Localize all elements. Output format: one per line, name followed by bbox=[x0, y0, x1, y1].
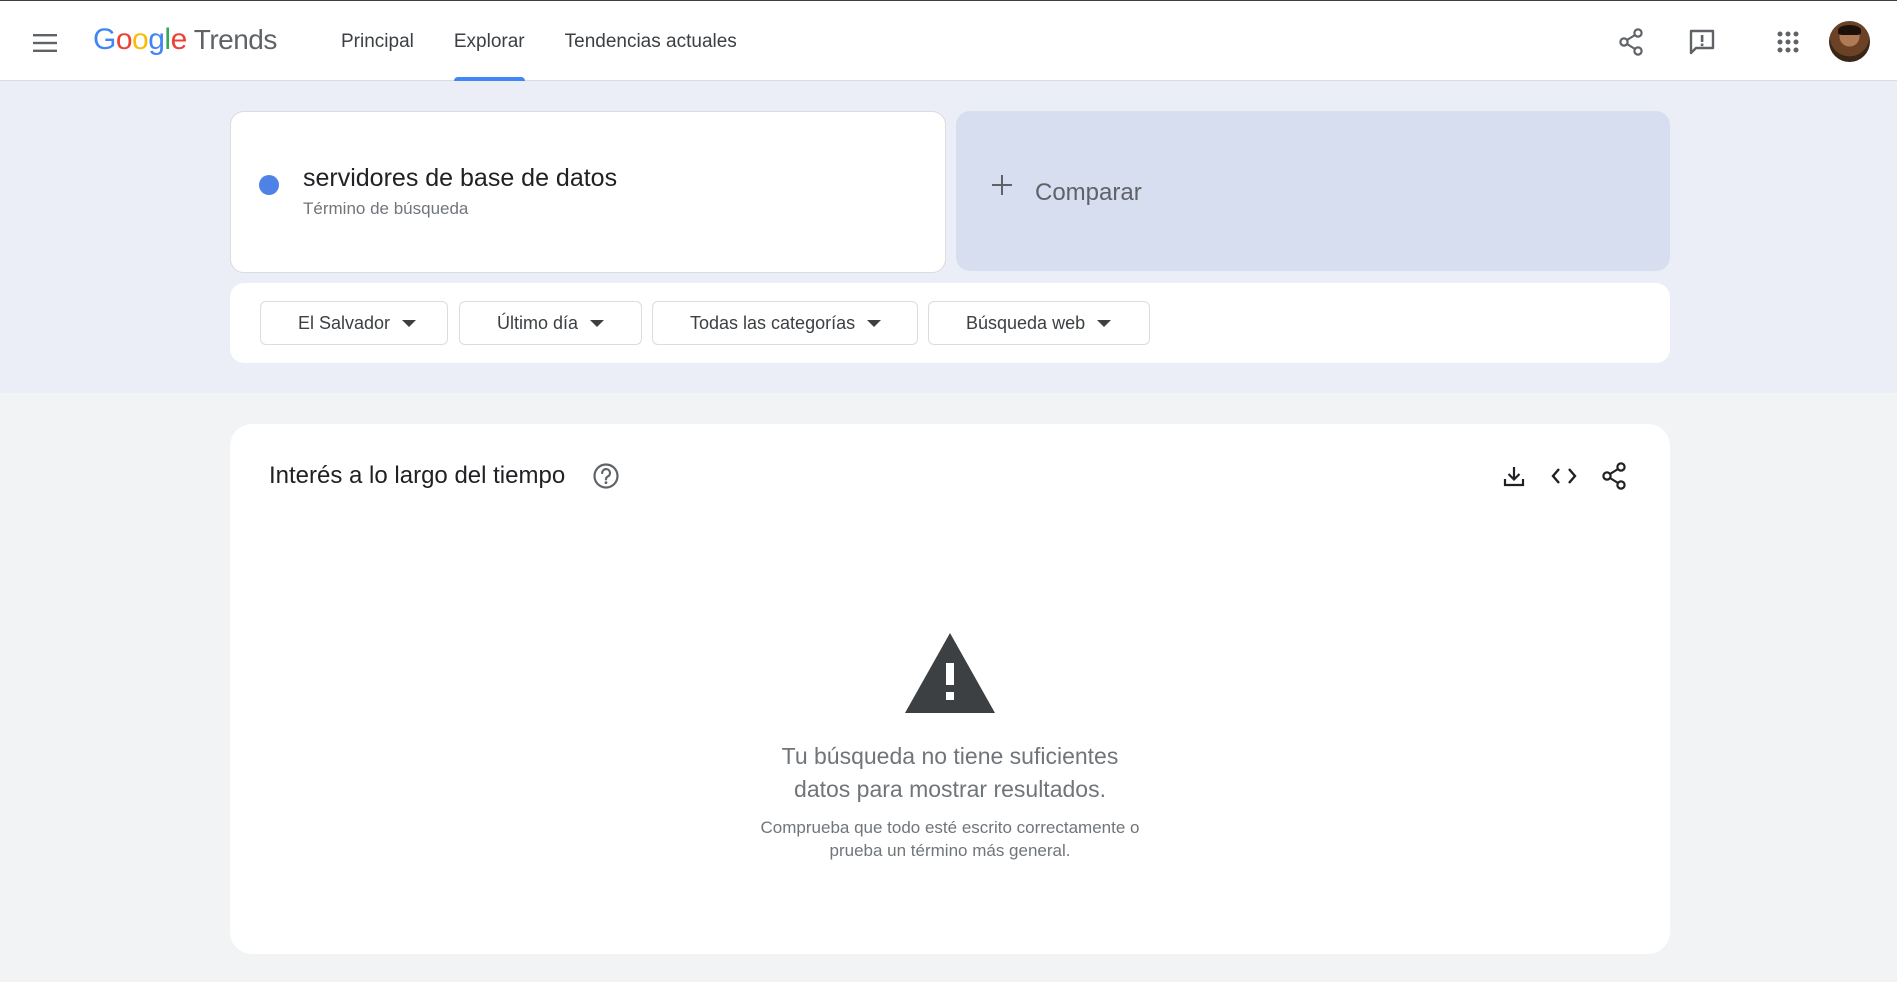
avatar[interactable] bbox=[1829, 21, 1870, 62]
logo-letter: g bbox=[148, 23, 165, 56]
time-dropdown-label: Último día bbox=[497, 312, 579, 333]
help-icon[interactable] bbox=[592, 462, 620, 490]
main-nav: Principal Explorar Tendencias actuales bbox=[341, 1, 777, 82]
tab-tendencias-actuales[interactable]: Tendencias actuales bbox=[565, 1, 737, 82]
chevron-down-icon bbox=[1097, 319, 1112, 327]
share-icon[interactable] bbox=[1612, 23, 1650, 61]
search-term-card[interactable]: servidores de base de datos Término de b… bbox=[230, 111, 946, 273]
compare-label: Comparar bbox=[1035, 179, 1142, 206]
no-data-hint-line: prueba un término más general. bbox=[829, 841, 1071, 860]
no-data-message-line: datos para mostrar resultados. bbox=[794, 776, 1106, 802]
chevron-down-icon bbox=[402, 319, 417, 327]
menu-icon[interactable] bbox=[28, 26, 62, 60]
term-color-dot bbox=[259, 175, 279, 195]
logo-letter: G bbox=[93, 23, 116, 56]
no-data-message-line: Tu búsqueda no tiene suficientes bbox=[781, 743, 1119, 769]
google-trends-logo[interactable]: G o o g l e Trends bbox=[93, 23, 277, 57]
interest-over-time-card: Interés a lo largo del tiempo Tu búsqued… bbox=[230, 424, 1670, 954]
logo-letter: o bbox=[115, 23, 133, 56]
chevron-down-icon bbox=[867, 319, 882, 327]
top-app-bar: G o o g l e Trends Principal Explorar Te… bbox=[0, 0, 1897, 82]
logo-product-name: Trends bbox=[193, 24, 278, 55]
search-type-dropdown[interactable]: Búsqueda web bbox=[928, 301, 1150, 345]
plus-icon bbox=[992, 171, 1012, 201]
no-data-hint: Comprueba que todo esté escrito correcta… bbox=[650, 816, 1250, 862]
search-term-text: servidores de base de datos bbox=[303, 164, 618, 192]
tab-principal[interactable]: Principal bbox=[341, 1, 414, 82]
warning-icon bbox=[903, 631, 997, 715]
region-dropdown-label: El Salvador bbox=[298, 312, 391, 333]
time-dropdown[interactable]: Último día bbox=[459, 301, 642, 345]
search-term-type: Término de búsqueda bbox=[303, 199, 469, 218]
compare-button[interactable]: Comparar bbox=[956, 111, 1670, 271]
search-type-dropdown-label: Búsqueda web bbox=[966, 312, 1086, 333]
chevron-down-icon bbox=[590, 319, 605, 327]
region-dropdown[interactable]: El Salvador bbox=[260, 301, 448, 345]
card-title: Interés a lo largo del tiempo bbox=[269, 462, 566, 489]
embed-code-icon[interactable] bbox=[1548, 460, 1580, 492]
feedback-icon[interactable] bbox=[1683, 23, 1721, 61]
download-icon[interactable] bbox=[1498, 460, 1530, 492]
share-icon[interactable] bbox=[1598, 460, 1630, 492]
category-dropdown-label: Todas las categorías bbox=[690, 312, 856, 333]
no-data-message: Tu búsqueda no tiene suficientes datos p… bbox=[650, 740, 1250, 806]
no-data-hint-line: Comprueba que todo esté escrito correcta… bbox=[760, 818, 1140, 837]
category-dropdown[interactable]: Todas las categorías bbox=[652, 301, 918, 345]
tab-explorar[interactable]: Explorar bbox=[453, 1, 525, 82]
apps-grid-icon[interactable] bbox=[1769, 23, 1807, 61]
logo-letter: o bbox=[132, 23, 149, 56]
filter-bar: El Salvador Último día Todas las categor… bbox=[230, 283, 1670, 363]
logo-letter: e bbox=[170, 23, 188, 56]
